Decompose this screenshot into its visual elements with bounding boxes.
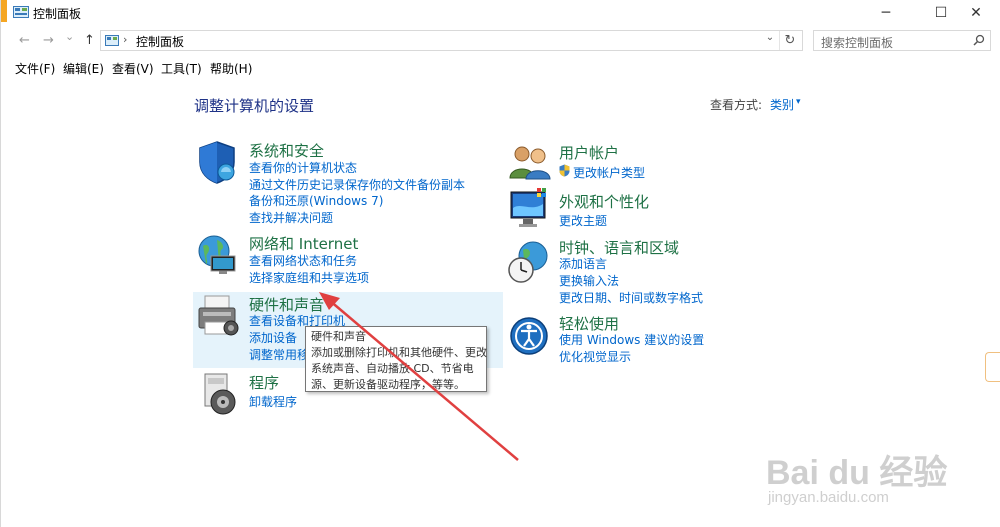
- link-uninstall-program[interactable]: 卸载程序: [249, 393, 297, 410]
- category-programs[interactable]: 程序: [249, 372, 279, 393]
- clock-globe-icon[interactable]: [507, 240, 551, 284]
- network-globe-icon[interactable]: [197, 234, 237, 276]
- side-widget-tab[interactable]: [985, 352, 1000, 382]
- close-button[interactable]: ✕: [953, 0, 999, 26]
- watermark-brand: Bai du 经验: [766, 454, 948, 492]
- title-bar: 控制面板 ─ ☐ ✕: [1, 0, 1000, 26]
- forward-button[interactable]: →: [43, 33, 54, 48]
- view-by-label: 查看方式:: [710, 98, 763, 112]
- user-accounts-icon[interactable]: [509, 144, 551, 180]
- ease-of-access-icon[interactable]: [509, 316, 549, 356]
- link-troubleshoot[interactable]: 查找并解决问题: [249, 209, 333, 226]
- link-windows-suggested-settings[interactable]: 使用 Windows 建议的设置: [559, 331, 704, 348]
- link-homegroup[interactable]: 选择家庭组和共享选项: [249, 269, 369, 286]
- menu-help[interactable]: 帮助(H): [210, 60, 252, 77]
- uac-shield-icon: [559, 164, 570, 177]
- watermark-url: jingyan.baidu.com: [768, 489, 889, 506]
- view-by-dropdown[interactable]: 类别: [770, 96, 794, 113]
- link-file-history[interactable]: 通过文件历史记录保存你的文件备份副本: [249, 176, 465, 193]
- address-bar[interactable]: › 控制面板 ⌄ ↻: [100, 30, 803, 51]
- link-optimize-visual-display[interactable]: 优化视觉显示: [559, 348, 631, 365]
- shield-icon[interactable]: [197, 140, 237, 184]
- category-network-internet[interactable]: 网络和 Internet: [249, 233, 358, 254]
- menu-edit[interactable]: 编辑(E): [63, 60, 104, 77]
- control-panel-icon: [105, 35, 119, 46]
- link-add-language[interactable]: 添加语言: [559, 255, 607, 272]
- link-change-account-type[interactable]: 更改帐户类型: [573, 164, 645, 181]
- link-change-input-method[interactable]: 更换输入法: [559, 272, 619, 289]
- chevron-down-icon[interactable]: ▾: [796, 97, 801, 107]
- menu-tools[interactable]: 工具(T): [161, 60, 202, 77]
- back-button[interactable]: ←: [19, 33, 30, 48]
- recent-locations-button[interactable]: ⌄: [65, 30, 74, 43]
- page-title: 调整计算机的设置: [194, 97, 315, 115]
- tooltip-line: 添加或删除打印机和其他硬件、更改: [311, 346, 487, 359]
- category-appearance[interactable]: 外观和个性化: [559, 191, 649, 212]
- printer-icon[interactable]: [197, 294, 241, 338]
- navigation-bar: ← → ⌄ ↑ › 控制面板 ⌄ ↻ 搜索控制面板: [1, 27, 1000, 55]
- refresh-button[interactable]: ↻: [779, 31, 800, 50]
- search-box[interactable]: 搜索控制面板: [813, 30, 991, 51]
- link-view-computer-status[interactable]: 查看你的计算机状态: [249, 159, 357, 176]
- minimize-button[interactable]: ─: [863, 0, 909, 26]
- menu-view[interactable]: 查看(V): [112, 60, 154, 77]
- category-user-accounts[interactable]: 用户帐户: [559, 142, 619, 163]
- search-placeholder: 搜索控制面板: [821, 36, 894, 50]
- up-button[interactable]: ↑: [84, 33, 95, 48]
- link-network-status[interactable]: 查看网络状态和任务: [249, 252, 357, 269]
- menu-file[interactable]: 文件(F): [15, 60, 55, 77]
- link-add-device[interactable]: 添加设备: [249, 329, 297, 346]
- link-change-theme[interactable]: 更改主题: [559, 212, 607, 229]
- hardware-tooltip: 硬件和声音 添加或删除打印机和其他硬件、更改 系统声音、自动播放 CD、节省电 …: [305, 326, 487, 392]
- control-panel-icon: [13, 6, 29, 18]
- address-dropdown-button[interactable]: ⌄: [762, 32, 778, 49]
- link-backup-restore[interactable]: 备份和还原(Windows 7): [249, 192, 383, 209]
- menu-bar: 文件(F) 编辑(E) 查看(V) 工具(T) 帮助(H): [1, 58, 1000, 78]
- search-icon[interactable]: [973, 34, 985, 46]
- tooltip-line: 系统声音、自动播放 CD、节省电: [311, 362, 474, 375]
- appearance-monitor-icon[interactable]: [509, 188, 551, 230]
- tooltip-title: 硬件和声音: [311, 330, 366, 343]
- breadcrumb-separator: ›: [123, 33, 128, 46]
- breadcrumb-control-panel[interactable]: 控制面板: [136, 33, 184, 50]
- category-system-security[interactable]: 系统和安全: [249, 140, 324, 161]
- tooltip-line: 源、更新设备驱动程序，等等。: [311, 378, 465, 391]
- control-panel-window: 控制面板 ─ ☐ ✕ ← → ⌄ ↑ › 控制面板 ⌄ ↻ 搜索控制面板 文件(…: [0, 0, 1000, 527]
- link-change-date-time-format[interactable]: 更改日期、时间或数字格式: [559, 289, 703, 306]
- window-title: 控制面板: [33, 7, 82, 21]
- programs-icon[interactable]: [201, 372, 241, 416]
